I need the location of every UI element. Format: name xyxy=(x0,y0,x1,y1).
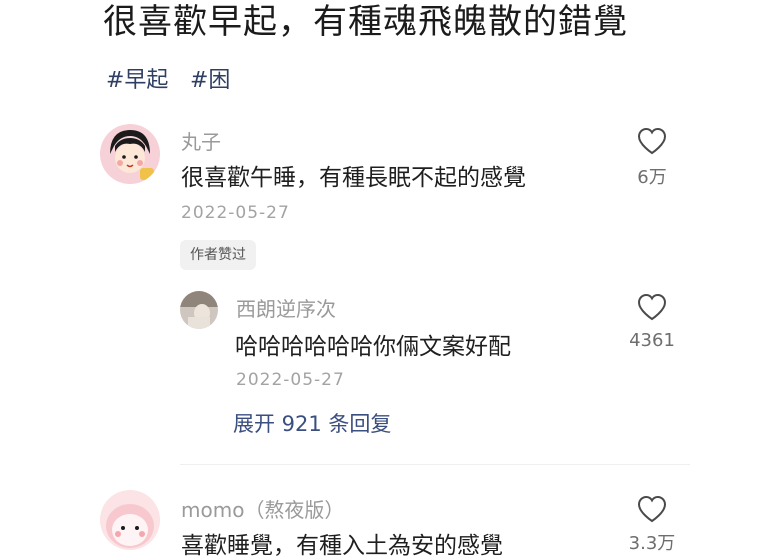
comment-text: 喜歡睡覺，有種入土為安的感覺 xyxy=(181,533,503,559)
author-liked-badge: 作者赞过 xyxy=(180,240,256,270)
comment-username[interactable]: momo（熬夜版） xyxy=(181,494,344,523)
tag-zaoqi[interactable]: #早起 xyxy=(106,62,168,94)
like-button[interactable] xyxy=(636,494,668,528)
tag-kun[interactable]: #困 xyxy=(190,62,230,94)
reply-date: 2022-05-27 xyxy=(236,370,345,390)
expand-replies-link[interactable]: 展开 921 条回复 xyxy=(233,408,391,438)
avatar-momo-image xyxy=(100,490,160,550)
avatar-maruko[interactable] xyxy=(100,124,160,184)
reply-like-count: 4361 xyxy=(629,330,675,351)
heart-outline-icon xyxy=(637,127,667,155)
comment-date: 2022-05-27 xyxy=(181,203,290,223)
reply-text: 哈哈哈哈哈哈你倆文案好配 xyxy=(235,334,511,360)
avatar-reply-image xyxy=(180,291,218,329)
comment-text: 很喜歡午睡，有種長眠不起的感覺 xyxy=(181,165,526,191)
like-button[interactable] xyxy=(636,126,668,160)
heart-outline-icon xyxy=(637,293,667,321)
reply-username[interactable]: 西朗逆序次 xyxy=(236,293,336,322)
reply-like-button[interactable] xyxy=(636,292,668,326)
post-title: 很喜歡早起，有種魂飛魄散的錯覺 xyxy=(103,2,628,42)
comment-username[interactable]: 丸子 xyxy=(181,126,221,155)
like-count: 3.3万 xyxy=(628,533,676,554)
heart-outline-icon xyxy=(637,495,667,523)
comment-divider xyxy=(180,464,690,465)
like-count: 6万 xyxy=(637,167,667,188)
avatar-reply-user[interactable] xyxy=(180,291,218,329)
avatar-maruko-image xyxy=(100,124,160,184)
avatar-momo[interactable] xyxy=(100,490,160,550)
